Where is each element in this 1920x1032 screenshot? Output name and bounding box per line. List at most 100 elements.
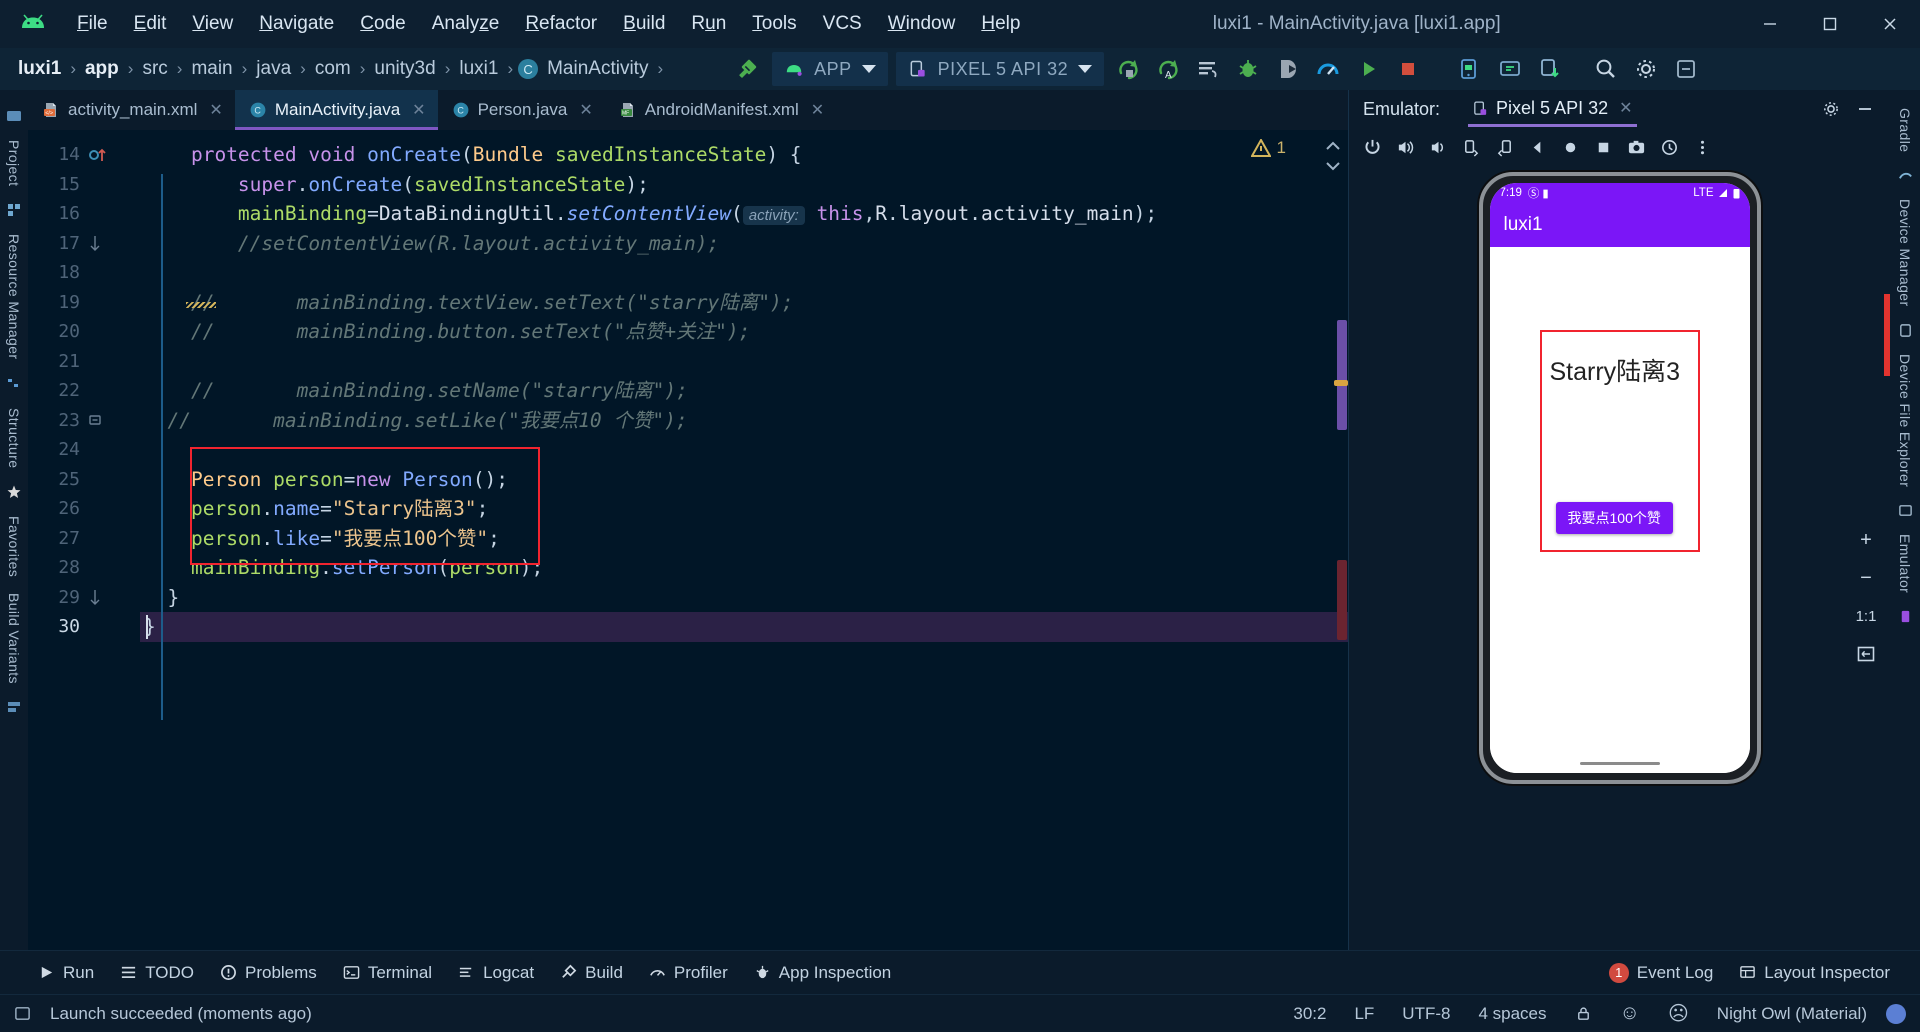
editor-gutter[interactable]: 14 15 16 17 18 19 20 21 22 23 24 25 26 27 28 29 30 [28,130,140,950]
menu-file[interactable]: File [64,7,121,41]
sidebar-item-resource-manager[interactable]: Resource Manager [6,226,22,367]
avd-manager-icon[interactable] [1453,52,1487,86]
menu-window[interactable]: Window [875,7,969,41]
inspection-warning-indicator[interactable]: 1 [1250,138,1286,158]
code-line[interactable]: Person person=new Person(); [140,465,1348,495]
gutter-marker[interactable] [80,233,132,253]
rotate-left-icon[interactable] [1456,132,1486,162]
search-icon[interactable] [1589,52,1623,86]
code-line[interactable]: } [140,583,1348,613]
gutter-marker[interactable] [80,410,132,430]
sidebar-item-emulator[interactable]: Emulator [1897,526,1913,601]
lock-icon[interactable] [1566,1005,1601,1022]
run-configuration-selector[interactable]: APP [772,52,888,86]
profiler-icon[interactable] [1311,52,1345,86]
code-line[interactable]: //setContentView(R.layout.activity_main)… [140,229,1348,259]
zoom-out-button[interactable]: − [1852,564,1880,592]
tab-main-activity-java[interactable]: C MainActivity.java ✕ [234,90,438,130]
theme-name[interactable]: Night Owl (Material) [1708,1004,1876,1024]
stop-button[interactable] [1391,52,1425,86]
device-file-explorer-icon[interactable] [1533,52,1567,86]
gutter-marker[interactable] [80,145,132,165]
code-line[interactable]: mainBinding=DataBindingUtil.setContentVi… [140,199,1348,229]
menu-code[interactable]: Code [347,7,418,41]
apply-code-changes-icon[interactable]: A [1151,52,1185,86]
gutter-line[interactable]: 30 [28,612,140,642]
sdk-manager-icon[interactable] [1493,52,1527,86]
tool-window-problems[interactable]: Problems [208,958,329,988]
code-line[interactable]: person.like="我要点100个赞"; [140,524,1348,554]
overview-icon[interactable] [1588,132,1618,162]
tool-window-logcat[interactable]: Logcat [446,958,546,988]
menu-refactor[interactable]: Refactor [512,7,610,41]
gutter-line[interactable]: 22 [28,376,140,406]
caret-position[interactable]: 30:2 [1284,1004,1335,1024]
code-line[interactable]: person.name="Starry陆离3"; [140,494,1348,524]
tool-window-app-inspection[interactable]: App Inspection [742,958,903,988]
breadcrumb-item-3[interactable]: main [187,58,236,80]
make-project-icon[interactable] [731,52,765,86]
code-line[interactable]: // mainBinding.textView.setText("starry陆… [140,288,1348,318]
code-line[interactable] [140,347,1348,377]
back-icon[interactable] [1522,132,1552,162]
history-icon[interactable] [1654,132,1684,162]
tool-window-build[interactable]: Build [548,958,635,988]
tool-window-profiler[interactable]: Profiler [637,958,740,988]
breadcrumb-item-5[interactable]: com [311,58,355,80]
zoom-fit-button[interactable] [1852,640,1880,668]
code-content[interactable]: protected void onCreate(Bundle savedInst… [140,130,1348,950]
happy-face-icon[interactable]: ☺ [1611,1002,1649,1025]
gesture-nav-bar[interactable] [1579,762,1660,765]
gutter-line[interactable]: 26 [28,494,140,524]
gutter-line[interactable]: 18 [28,258,140,288]
attach-debugger-icon[interactable] [1271,52,1305,86]
rotate-right-icon[interactable] [1489,132,1519,162]
theme-color-dot[interactable] [1886,1003,1906,1024]
breadcrumb-item-4[interactable]: java [252,58,295,80]
sidebar-item-build-variants[interactable]: Build Variants [6,585,22,692]
sidebar-item-device-file-explorer[interactable]: Device File Explorer [1897,346,1913,495]
file-encoding[interactable]: UTF-8 [1393,1004,1459,1024]
editor-scrollbar[interactable] [1310,130,1348,950]
tab-person-java[interactable]: C Person.java ✕ [438,90,605,130]
menu-navigate[interactable]: Navigate [246,7,347,41]
sidebar-item-project[interactable]: Project [6,132,22,194]
menu-analyze[interactable]: Analyze [419,7,513,41]
tool-window-run[interactable]: Run [26,958,106,988]
gutter-line[interactable]: 24 [28,435,140,465]
tool-window-todo[interactable]: TODO [108,958,206,988]
more-icon[interactable] [1687,132,1717,162]
gutter-line[interactable]: 15 [28,170,140,200]
app-like-button[interactable]: 我要点100个赞 [1555,502,1673,534]
zoom-in-button[interactable]: + [1852,526,1880,554]
home-icon[interactable] [1555,132,1585,162]
line-separator[interactable]: LF [1345,1004,1383,1024]
app-content[interactable]: Starry陆离3 我要点100个赞 [1489,247,1750,773]
gear-icon[interactable] [1817,95,1845,123]
close-icon[interactable]: ✕ [1619,98,1632,118]
zoom-actual-size-button[interactable]: 1:1 [1852,602,1880,630]
minimize-icon[interactable] [1851,95,1879,123]
sidebar-item-structure[interactable]: Structure [6,400,22,476]
run-button[interactable] [1351,52,1385,86]
gutter-marker[interactable] [80,587,132,607]
tool-window-layout-inspector[interactable]: Layout Inspector [1727,958,1902,988]
screenshot-icon[interactable] [1621,132,1651,162]
breadcrumb-item-2[interactable]: src [138,58,171,80]
menu-build[interactable]: Build [610,7,678,41]
apply-changes-icon[interactable] [1111,52,1145,86]
breadcrumb-item-6[interactable]: unity3d [370,58,439,80]
notifications-icon[interactable] [1669,52,1703,86]
code-line[interactable]: } [140,612,1348,642]
device-selector[interactable]: PIXEL 5 API 32 [895,52,1105,86]
menu-tools[interactable]: Tools [739,7,809,41]
gutter-line[interactable]: 16 [28,199,140,229]
gutter-line[interactable]: 25 [28,465,140,495]
gutter-line[interactable]: 27 [28,524,140,554]
gutter-line[interactable]: 17 [28,229,140,259]
tab-android-manifest-xml[interactable]: MF AndroidManifest.xml ✕ [605,90,836,130]
volume-down-icon[interactable] [1423,132,1453,162]
code-line[interactable]: protected void onCreate(Bundle savedInst… [140,140,1348,170]
code-line[interactable]: // mainBinding.setLike("我要点10 个赞"); [140,406,1348,436]
menu-edit[interactable]: Edit [121,7,180,41]
